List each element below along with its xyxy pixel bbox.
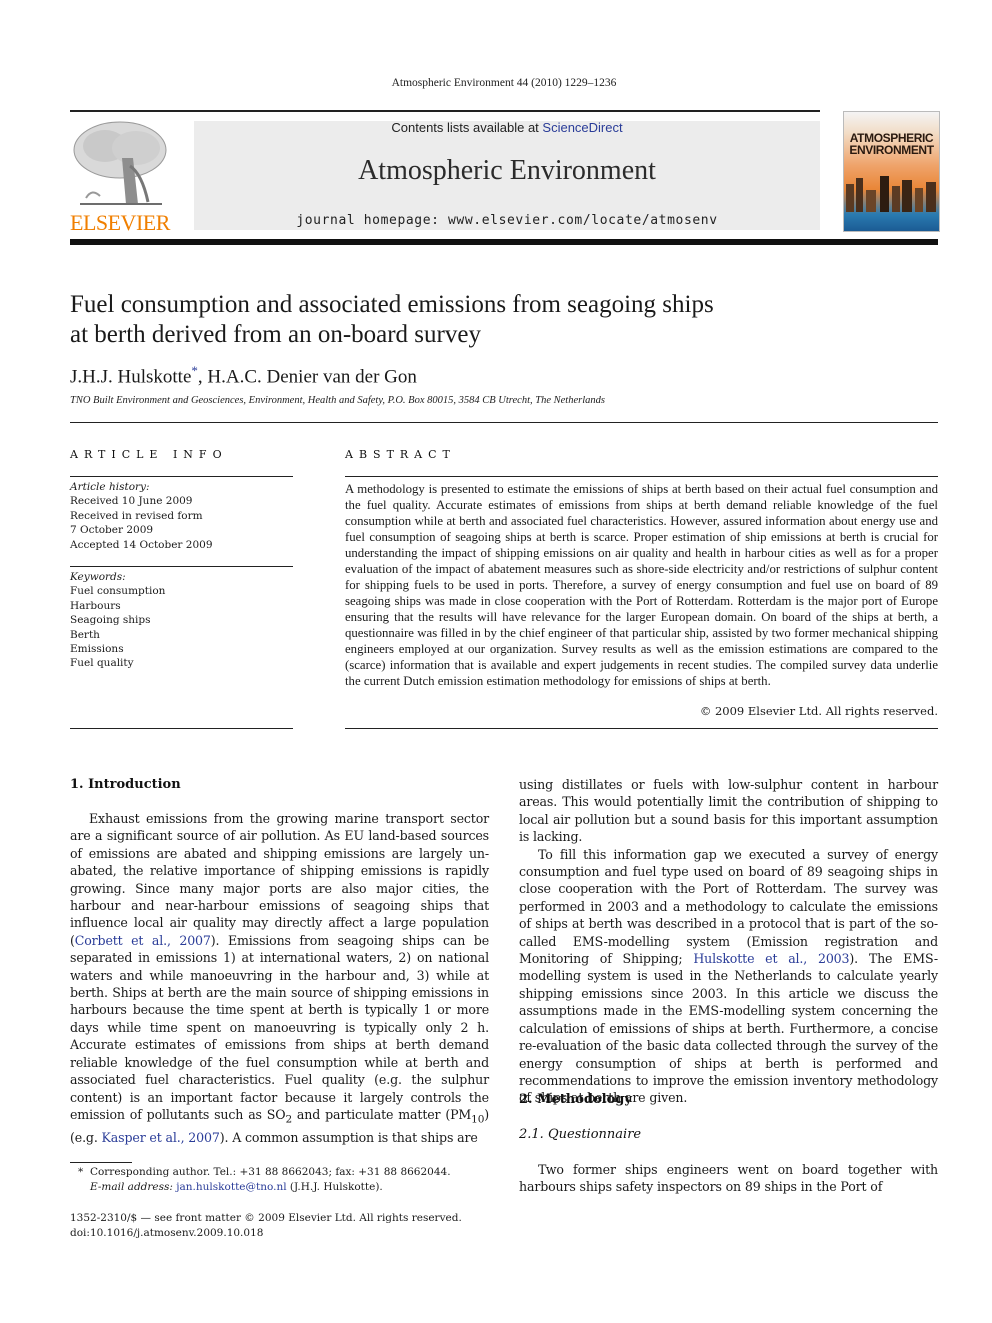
text-run: Exhaust emissions from the growing marin… bbox=[70, 811, 489, 948]
corresponding-author-text: Corresponding author. Tel.: +31 88 86620… bbox=[89, 1166, 451, 1178]
introduction-continued: using distillates or fuels with low-sulp… bbox=[519, 776, 938, 1107]
journal-citation: Atmospheric Environment 44 (2010) 1229–1… bbox=[391, 77, 617, 89]
abstract-heading: ABSTRACT bbox=[345, 448, 456, 461]
email-link[interactable]: jan.hulskotte@tno.nl bbox=[176, 1181, 286, 1193]
cover-title: ATMOSPHERIC ENVIRONMENT bbox=[844, 132, 939, 156]
journal-homepage-link[interactable]: journal homepage: www.elsevier.com/locat… bbox=[194, 213, 820, 228]
sciencedirect-link[interactable]: ScienceDirect bbox=[542, 120, 622, 135]
paragraph: Exhaust emissions from the growing marin… bbox=[70, 810, 489, 1146]
text-run: ). Emissions from seagoing ships can be … bbox=[70, 932, 489, 1122]
author-name: J.H.J. Hulskotte bbox=[70, 366, 192, 388]
abstract-text: A methodology is presented to estimate t… bbox=[345, 482, 938, 688]
introduction-text: Exhaust emissions from the growing marin… bbox=[70, 810, 489, 1146]
email-suffix: (J.H.J. Hulskotte). bbox=[286, 1181, 383, 1193]
front-matter-text: 1352-2310/$ — see front matter © 2009 El… bbox=[70, 1212, 462, 1224]
header-thick-rule bbox=[70, 239, 938, 245]
article-info-bottom-rule bbox=[70, 728, 293, 729]
text-run: and particulate matter (PM bbox=[291, 1106, 472, 1122]
author-list: J.H.J. Hulskotte*, H.A.C. Denier van der… bbox=[70, 363, 417, 388]
elsevier-wordmark: ELSEVIER bbox=[70, 210, 170, 235]
text-run: ). The EMS-modelling system is used in t… bbox=[519, 951, 938, 1106]
section-heading-introduction: 1. Introduction bbox=[70, 777, 181, 792]
affiliation: TNO Built Environment and Geosciences, E… bbox=[70, 395, 605, 406]
history-label: Article history: bbox=[70, 481, 150, 493]
reference-link[interactable]: Kasper et al., 2007 bbox=[102, 1130, 220, 1145]
front-matter: 1352-2310/$ — see front matter © 2009 El… bbox=[70, 1211, 500, 1241]
keyword: Berth bbox=[70, 628, 100, 641]
text-run: To fill this information gap we executed… bbox=[519, 846, 938, 967]
reference-link[interactable]: Corbett et al., 2007 bbox=[75, 933, 211, 948]
author-name: , H.A.C. Denier van der Gon bbox=[197, 366, 417, 388]
history-item: Received in revised form bbox=[70, 509, 203, 522]
email-label: E-mail address: bbox=[90, 1181, 177, 1193]
title-divider bbox=[70, 422, 938, 423]
doi-text[interactable]: doi:10.1016/j.atmosenv.2009.10.018 bbox=[70, 1226, 500, 1241]
paragraph: using distillates or fuels with low-sulp… bbox=[519, 777, 938, 845]
text-run: ). A common assumption is that ships are bbox=[219, 1129, 478, 1145]
methodology-text: Two former ships engineers went on board… bbox=[519, 1161, 938, 1196]
footnote-corresponding: * Corresponding author. Tel.: +31 88 866… bbox=[78, 1165, 498, 1195]
contents-prefix: Contents lists available at bbox=[391, 120, 543, 135]
keyword: Fuel consumption bbox=[70, 585, 166, 598]
article-info-heading: ARTICLE INFO bbox=[70, 448, 228, 461]
header-rule bbox=[70, 110, 820, 112]
paragraph: To fill this information gap we executed… bbox=[519, 846, 938, 1107]
keyword: Seagoing ships bbox=[70, 614, 151, 627]
footnote-mark: * bbox=[78, 1166, 84, 1178]
contents-line: Contents lists available at ScienceDirec… bbox=[194, 120, 820, 135]
history-item: 7 October 2009 bbox=[70, 524, 154, 537]
paragraph: Two former ships engineers went on board… bbox=[519, 1162, 938, 1195]
article-title: Fuel consumption and associated emission… bbox=[70, 290, 830, 350]
footnote-rule bbox=[70, 1162, 132, 1163]
section-heading-methodology: 2. Methodology bbox=[519, 1092, 632, 1107]
keyword: Fuel quality bbox=[70, 657, 134, 670]
article-title-line1: Fuel consumption and associated emission… bbox=[70, 291, 714, 318]
keywords-rule bbox=[70, 566, 293, 567]
city-skyline-icon bbox=[846, 176, 936, 212]
history-item: Accepted 14 October 2009 bbox=[70, 538, 213, 551]
keywords: Keywords: Fuel consumption Harbours Seag… bbox=[70, 570, 293, 671]
journal-cover-image: ATMOSPHERIC ENVIRONMENT bbox=[843, 111, 940, 232]
keyword: Emissions bbox=[70, 643, 124, 656]
keyword: Harbours bbox=[70, 599, 121, 612]
history-item: Received 10 June 2009 bbox=[70, 495, 193, 508]
article-history: Article history: Received 10 June 2009 R… bbox=[70, 480, 293, 552]
cover-title-line2: ENVIRONMENT bbox=[849, 143, 934, 157]
reference-link[interactable]: Hulskotte et al., 2003 bbox=[693, 951, 849, 966]
article-info-rule bbox=[70, 476, 293, 477]
journal-name: Atmospheric Environment bbox=[358, 155, 656, 186]
subsection-heading-questionnaire: 2.1. Questionnaire bbox=[519, 1127, 642, 1142]
abstract-rule bbox=[345, 476, 938, 477]
article-title-line2: at berth derived from an on-board survey bbox=[70, 321, 481, 348]
keywords-label: Keywords: bbox=[70, 571, 126, 583]
abstract-bottom-rule bbox=[345, 728, 938, 729]
abstract-copyright: © 2009 Elsevier Ltd. All rights reserved… bbox=[699, 704, 938, 718]
subscript: 10 bbox=[471, 1113, 485, 1126]
